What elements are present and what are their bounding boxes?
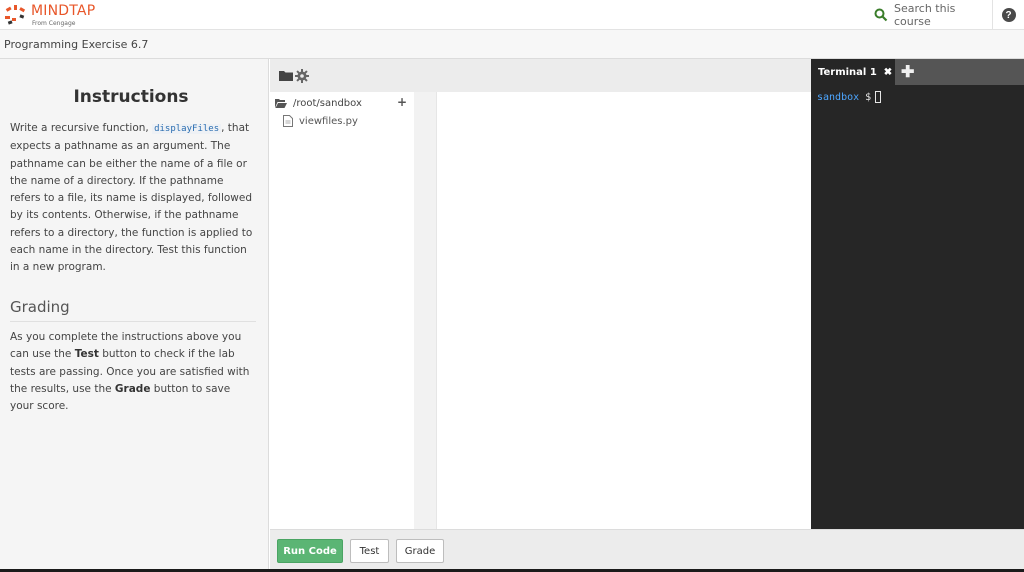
grading-text: As you complete the instructions above y…	[10, 329, 256, 415]
grade-button[interactable]: Grade	[396, 539, 444, 563]
gear-icon[interactable]	[295, 69, 309, 83]
terminal-prompt: sandbox $	[817, 91, 882, 103]
terminal-tab-label: Terminal 1	[818, 66, 877, 78]
folder-open-icon	[275, 98, 287, 108]
instructions-panel: Instructions Write a recursive function,…	[0, 59, 269, 572]
file-item-label: viewfiles.py	[299, 115, 358, 127]
add-file-button[interactable]: +	[397, 95, 407, 109]
test-button[interactable]: Test	[350, 539, 389, 563]
run-code-button[interactable]: Run Code	[277, 539, 343, 563]
help-button[interactable]: ?	[992, 0, 1024, 30]
file-toolbar	[270, 59, 811, 92]
function-name-code: displayFiles	[152, 124, 222, 134]
file-tree: /root/sandbox + viewfiles.py	[270, 92, 414, 529]
code-editor[interactable]	[438, 92, 811, 529]
terminal[interactable]: sandbox $	[811, 85, 1024, 529]
search-icon	[874, 8, 888, 22]
grading-divider	[10, 321, 256, 322]
tree-root-folder[interactable]: /root/sandbox +	[275, 95, 411, 111]
action-bar: Run Code Test Grade	[270, 529, 1024, 572]
terminal-cursor	[875, 91, 882, 103]
close-icon[interactable]: ✖	[884, 67, 892, 78]
help-icon: ?	[1001, 8, 1016, 22]
top-bar: MINDTAP From Cengage Search this course …	[0, 0, 1024, 30]
course-search[interactable]: Search this course	[874, 2, 986, 28]
prompt-symbol: $	[865, 91, 872, 103]
grading-grade-word: Grade	[114, 382, 151, 395]
instructions-heading: Instructions	[73, 87, 189, 107]
instructions-text-intro: Write a recursive function,	[10, 122, 153, 134]
mindtap-logo[interactable]: MINDTAP From Cengage	[4, 2, 114, 28]
terminal-tab-bar: Terminal 1 ✖ ✚	[811, 59, 1024, 85]
file-item[interactable]: viewfiles.py	[283, 113, 358, 129]
tab-terminal-1[interactable]: Terminal 1 ✖	[811, 59, 895, 85]
exercise-title-bar: Programming Exercise 6.7	[0, 30, 1024, 59]
grading-test-word: Test	[74, 348, 99, 361]
instructions-text-rest: , that expects a pathname as an argument…	[10, 122, 253, 274]
editor-gutter	[414, 92, 437, 529]
page-title: Programming Exercise 6.7	[4, 38, 149, 51]
brand-subtitle: From Cengage	[32, 20, 76, 27]
add-terminal-icon[interactable]: ✚	[901, 62, 914, 82]
folder-icon[interactable]	[279, 70, 293, 81]
search-input[interactable]: Search this course	[894, 2, 986, 28]
tree-root-label: /root/sandbox	[293, 97, 362, 109]
instructions-text: Write a recursive function, displayFiles…	[10, 120, 256, 277]
file-icon	[283, 115, 293, 127]
brand-name: MINDTAP	[31, 3, 96, 19]
mindtap-logo-icon	[5, 5, 26, 25]
grading-heading: Grading	[10, 298, 70, 316]
prompt-directory: sandbox	[817, 91, 860, 103]
